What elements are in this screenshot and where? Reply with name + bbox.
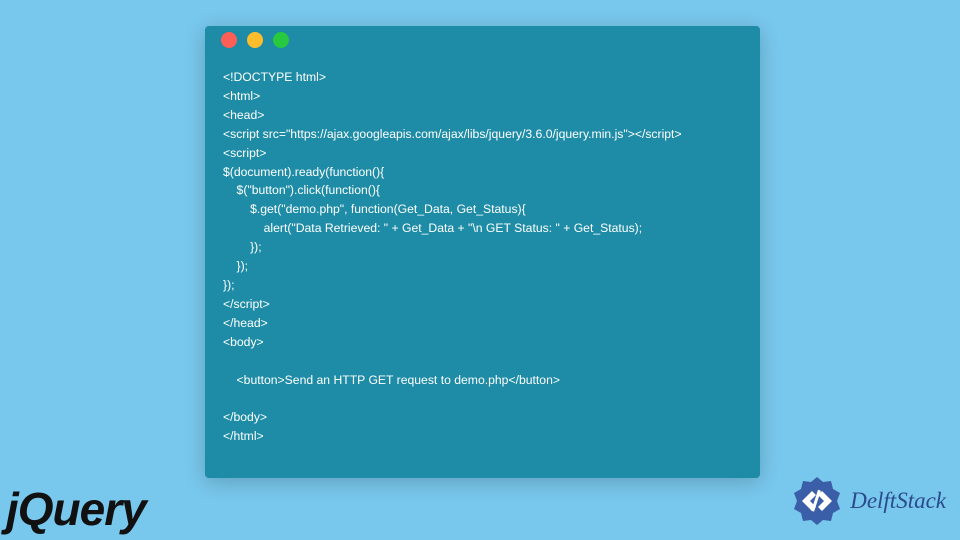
- window-titlebar: [205, 26, 760, 54]
- delftstack-logo-text: DelftStack: [850, 488, 946, 514]
- minimize-icon: [247, 32, 263, 48]
- jquery-logo: jQuery: [6, 482, 146, 536]
- delftstack-logo: DelftStack: [792, 476, 946, 526]
- maximize-icon: [273, 32, 289, 48]
- close-icon: [221, 32, 237, 48]
- jquery-logo-text: jQuery: [6, 483, 146, 535]
- delftstack-badge-icon: [792, 476, 842, 526]
- code-block: <!DOCTYPE html> <html> <head> <script sr…: [205, 54, 760, 464]
- code-window: <!DOCTYPE html> <html> <head> <script sr…: [205, 26, 760, 478]
